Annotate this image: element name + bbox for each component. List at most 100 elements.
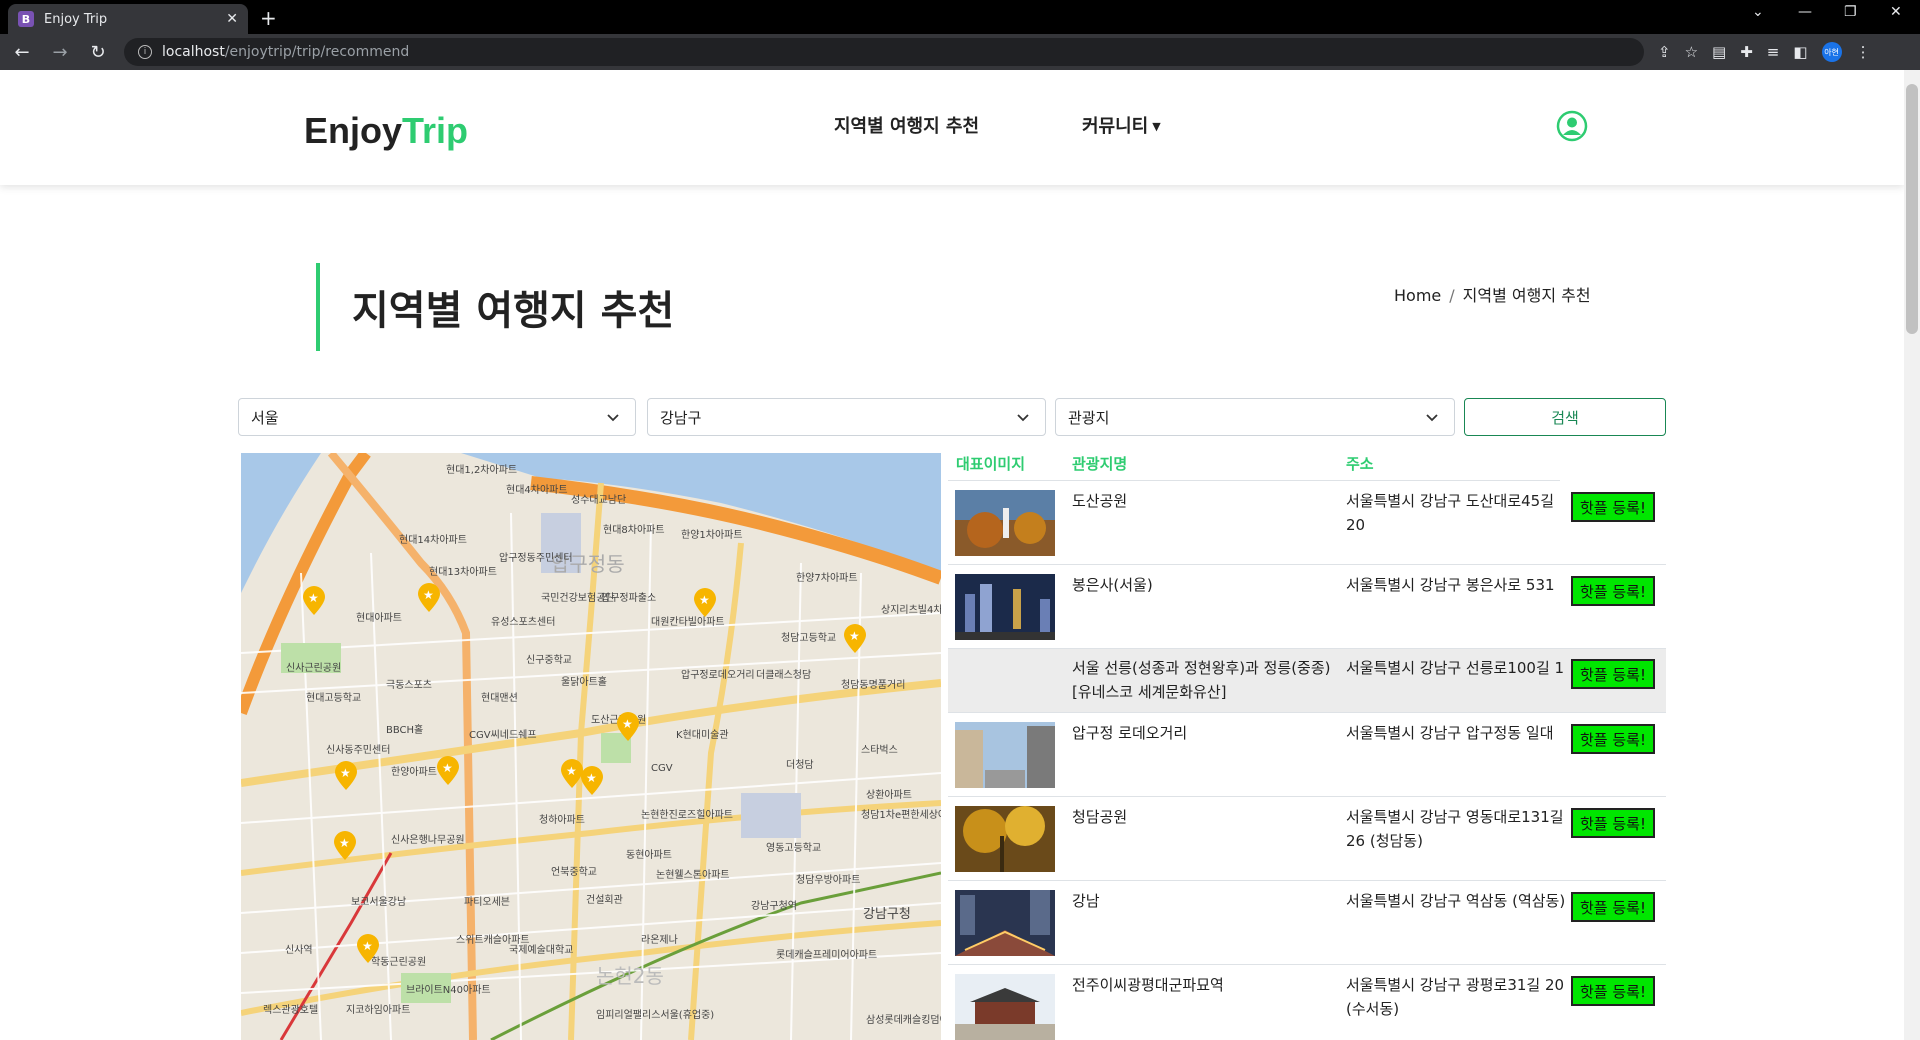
gugun-select[interactable]: 강남구	[647, 398, 1046, 436]
extensions-puzzle-icon[interactable]: ✚	[1740, 43, 1753, 61]
map-label: 압구정파출소	[601, 591, 656, 604]
hotplace-register-button[interactable]: 핫플 등록!	[1571, 808, 1655, 838]
place-address: 서울특별시 강남구 압구정동 일대	[1346, 724, 1554, 742]
back-icon[interactable]: ←	[6, 42, 38, 63]
nav-community-label: 커뮤니티	[1082, 116, 1149, 137]
browser-tabbar: B Enjoy Trip ✕ + ⌄ — ❐ ✕	[0, 0, 1920, 34]
breadcrumb-current: 지역별 여행지 추천	[1462, 286, 1591, 305]
place-address: 서울특별시 강남구 도산대로45길 20	[1346, 492, 1555, 534]
profile-avatar[interactable]: 아현	[1821, 42, 1842, 62]
browser-menu-icon[interactable]: ⋮	[1856, 43, 1871, 61]
nav-community[interactable]: 커뮤니티 ▼	[1082, 112, 1161, 138]
breadcrumb-home[interactable]: Home	[1394, 286, 1441, 305]
map-label: 현대아파트	[356, 612, 402, 624]
table-row: 도산공원 서울특별시 강남구 도산대로45길 20 핫플 등록!	[948, 481, 1666, 565]
svg-text:★: ★	[362, 939, 373, 953]
tab-search-icon[interactable]: ⌄	[1752, 4, 1764, 20]
kakao-map[interactable]: 현대1,2차아파트 현대4차아파트 성수대교남단 현대8차아파트 한양1차아파트…	[241, 453, 941, 1040]
map-label: K현대미술관	[676, 729, 729, 741]
scrollbar-thumb[interactable]	[1906, 84, 1918, 334]
map-label: 울닭아트홀	[561, 675, 607, 688]
map-label: BBCH홀	[386, 723, 423, 736]
map-label: 현대맨션	[481, 692, 518, 704]
map-label: 언북중학교	[551, 866, 597, 878]
place-name: 압구정 로데오거리	[1072, 724, 1188, 742]
site-info-icon[interactable]: i	[138, 45, 152, 59]
share-icon[interactable]: ⇪	[1658, 43, 1671, 61]
sido-select[interactable]: 서울	[238, 398, 636, 436]
side-panel-icon[interactable]: ◧	[1793, 43, 1807, 61]
col-header-image: 대표이미지	[956, 455, 1026, 473]
window-close-icon[interactable]: ✕	[1890, 4, 1902, 20]
place-name: 청담공원	[1072, 808, 1128, 826]
map-label: 청담고등학교	[781, 632, 836, 644]
content-type-select[interactable]: 관광지	[1055, 398, 1455, 436]
reading-list-icon[interactable]: ≡	[1767, 43, 1780, 61]
forward-icon[interactable]: →	[44, 42, 76, 63]
map-label: 청담동명품거리	[841, 679, 905, 691]
restore-icon[interactable]: ❐	[1844, 4, 1857, 20]
map-label: 더청담	[786, 759, 814, 771]
map-label: 국제예술대학교	[509, 944, 573, 956]
map-label: 강남구청	[863, 907, 911, 922]
hotplace-register-button[interactable]: 핫플 등록!	[1571, 492, 1655, 522]
chevron-down-icon	[1017, 414, 1029, 422]
svg-text:★: ★	[622, 717, 633, 731]
new-tab-icon[interactable]: +	[260, 6, 277, 30]
chevron-down-icon	[607, 414, 619, 422]
hotplace-register-button[interactable]: 핫플 등록!	[1571, 976, 1655, 1006]
site-header: EnjoyTrip 지역별 여행지 추천 커뮤니티 ▼	[0, 70, 1904, 185]
address-bar[interactable]: i localhost/enjoytrip/trip/recommend	[124, 38, 1644, 66]
table-row: 봉은사(서울) 서울특별시 강남구 봉은사로 531 핫플 등록!	[948, 565, 1666, 649]
caret-down-icon: ▼	[1152, 120, 1161, 133]
map-label: 보코서울강남	[351, 896, 406, 908]
map-label: 현대4차아파트	[506, 484, 568, 496]
web-page: EnjoyTrip 지역별 여행지 추천 커뮤니티 ▼ 지역별 여행지 추천 Ho…	[0, 70, 1904, 1040]
place-address: 서울특별시 강남구 선릉로100길 1	[1346, 659, 1565, 677]
map-label: 지코하임아파트	[346, 1003, 410, 1016]
svg-text:★: ★	[339, 836, 350, 850]
user-account-icon[interactable]	[1556, 110, 1588, 142]
col-header-name: 관광지명	[1072, 455, 1128, 473]
svg-text:★: ★	[423, 588, 434, 602]
nav-recommend[interactable]: 지역별 여행지 추천	[834, 112, 979, 138]
map-label: 현대8차아파트	[603, 524, 665, 536]
close-tab-icon[interactable]: ✕	[226, 11, 238, 27]
reload-icon[interactable]: ↻	[82, 42, 114, 63]
table-row: 청담공원 서울특별시 강남구 영동대로131길 26 (청담동) 핫플 등록!	[948, 797, 1666, 881]
place-name: 도산공원	[1072, 492, 1128, 510]
browser-tab[interactable]: B Enjoy Trip ✕	[8, 4, 248, 34]
map-label: 동현아파트	[626, 849, 672, 861]
search-button[interactable]: 검색	[1464, 398, 1666, 436]
site-logo[interactable]: EnjoyTrip	[304, 110, 468, 152]
map-label: 삼성롯데캐슬킹덤아파트	[866, 1014, 941, 1026]
map-label: 현대고등학교	[306, 692, 361, 704]
map-label: 한양1차아파트	[681, 529, 743, 541]
extension-a-icon[interactable]: ▤	[1712, 43, 1726, 61]
map-label: 논현2동	[596, 964, 664, 988]
place-address: 서울특별시 강남구 광평로31길 20 (수서동)	[1346, 976, 1565, 1018]
table-row: 서울 선릉(성종과 정현왕후)과 정릉(중종) [유네스코 세계문화유산] 서울…	[948, 649, 1666, 713]
bookmark-star-icon[interactable]: ☆	[1685, 43, 1698, 61]
map-label: CGV	[651, 763, 673, 774]
place-name: 봉은사(서울)	[1072, 576, 1153, 594]
place-address: 서울특별시 강남구 영동대로131길 26 (청담동)	[1346, 808, 1564, 850]
hotplace-register-button[interactable]: 핫플 등록!	[1571, 892, 1655, 922]
place-address: 서울특별시 강남구 봉은사로 531	[1346, 576, 1555, 594]
map-label: 더클래스청담	[756, 669, 811, 681]
map-label: 압구정로데오거리	[681, 668, 755, 681]
map-label: 한양7차아파트	[796, 572, 858, 584]
map-label: 렉스관광호텔	[263, 1004, 318, 1016]
hotplace-register-button[interactable]: 핫플 등록!	[1571, 724, 1655, 754]
map-canvas: 현대1,2차아파트 현대4차아파트 성수대교남단 현대8차아파트 한양1차아파트…	[241, 453, 941, 1040]
hotplace-register-button[interactable]: 핫플 등록!	[1571, 659, 1655, 689]
minimize-icon[interactable]: —	[1798, 4, 1812, 20]
map-label: 청담우방아파트	[796, 874, 860, 886]
map-label: 강남구청역	[751, 900, 797, 912]
map-label: 청하아파트	[539, 813, 585, 826]
map-label: 스타벅스	[861, 744, 898, 756]
table-row: 압구정 로데오거리 서울특별시 강남구 압구정동 일대 핫플 등록!	[948, 713, 1666, 797]
map-label: 현대13차아파트	[429, 566, 497, 578]
hotplace-register-button[interactable]: 핫플 등록!	[1571, 576, 1655, 606]
table-header: 대표이미지 관광지명 주소	[948, 449, 1560, 481]
